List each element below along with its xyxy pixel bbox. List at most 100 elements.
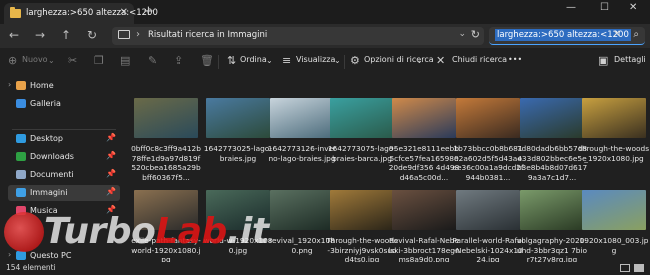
gallery-icon — [16, 99, 26, 108]
watermark-brand: TurboLab.it — [44, 211, 269, 252]
pin-icon[interactable]: 📌 — [106, 133, 116, 142]
chevron-right-icon[interactable]: › — [8, 80, 11, 89]
chevron-down-icon: ⌄ — [48, 56, 55, 65]
chevron-down-icon: ⌄ — [334, 56, 341, 65]
cut-icon[interactable]: ✂ — [68, 54, 77, 67]
pin-icon[interactable]: 📌 — [106, 151, 116, 160]
navigation-bar: ← → ↑ ↻ › Risultati ricerca in Immagini … — [0, 24, 650, 48]
sidebar-item-label: Documenti — [30, 170, 74, 179]
pin-icon[interactable]: 📌 — [106, 187, 116, 196]
refresh-button[interactable]: ↻ — [84, 28, 100, 42]
sidebar-item-pictures[interactable]: Immagini 📌 — [8, 185, 120, 201]
search-box[interactable]: larghezza:>650 altezza:<1200 ✕ ⌕ — [489, 27, 645, 45]
document-icon — [16, 170, 26, 179]
command-bar: ⊕ Nuovo ⌄ ✂ ❐ ▤ ✎ ⇪ 🗑 ⇅ Ordina ⌄ ≡ Visua… — [0, 50, 650, 74]
file-name: 1642773025-lago-braies.jpg — [203, 144, 273, 163]
pin-icon[interactable]: 📌 — [106, 169, 116, 178]
turbolab-logo-icon — [4, 212, 44, 252]
chevron-down-icon[interactable]: ⌄ — [458, 29, 466, 39]
sidebar-item-desktop[interactable]: Desktop 📌 — [8, 131, 120, 147]
details-view-icon[interactable] — [620, 264, 630, 272]
file-name: 1920x1080_003.jpg — [579, 236, 649, 255]
view-icon: ≡ — [282, 54, 292, 67]
home-icon — [16, 81, 26, 90]
sidebar-item-label: Downloads — [30, 152, 74, 161]
sort-button[interactable]: Ordina — [240, 55, 267, 64]
item-count: 154 elementi — [6, 263, 56, 272]
minimize-button[interactable]: — — [566, 2, 576, 13]
address-bar[interactable]: › Risultati ricerca in Immagini ⌄ ↻ — [112, 27, 484, 45]
image-thumbnail[interactable] — [456, 98, 520, 138]
pictures-icon — [16, 188, 26, 197]
chevron-right-icon[interactable]: › — [8, 250, 11, 259]
view-button[interactable]: Visualizza — [296, 55, 335, 64]
forward-button[interactable]: → — [32, 28, 48, 42]
paste-icon[interactable]: ▤ — [120, 54, 130, 67]
new-icon: ⊕ — [8, 54, 18, 67]
more-options-button[interactable]: ••• — [508, 55, 522, 64]
monitor-icon — [118, 30, 130, 39]
sidebar-item-label: Questo PC — [30, 251, 72, 260]
search-options-icon: ⚙ — [350, 54, 360, 67]
file-name: Parallel-world-Rafal-Nebelski-1024x1024.… — [452, 236, 524, 264]
folder-icon — [10, 7, 21, 18]
new-button[interactable]: Nuovo — [22, 55, 48, 64]
file-name: 0bff0c8c3ff9a412b78ffe1d9a97d819f520cbea… — [131, 144, 201, 182]
sidebar-item-label: Immagini — [30, 188, 68, 197]
new-tab-button[interactable]: + — [143, 4, 154, 19]
image-thumbnail[interactable] — [206, 98, 270, 138]
breadcrumb[interactable]: Risultati ricerca in Immagini — [148, 30, 267, 40]
copy-icon[interactable]: ❐ — [94, 54, 104, 67]
chevron-down-icon: ⌄ — [266, 56, 273, 65]
close-tab-icon[interactable]: ✕ — [120, 7, 128, 18]
image-thumbnail[interactable] — [520, 98, 584, 138]
share-icon[interactable]: ⇪ — [174, 54, 183, 67]
desktop-icon — [16, 134, 26, 143]
file-name: Revival-Rafal-Nebelski-3bbroct178egnms8a… — [388, 236, 460, 264]
close-search-icon: ✕ — [436, 54, 446, 67]
image-thumbnail[interactable] — [330, 98, 394, 138]
sidebar-item-documents[interactable]: Documenti 📌 — [8, 167, 120, 183]
clear-search-icon[interactable]: ✕ — [613, 29, 621, 40]
maximize-button[interactable]: ☐ — [600, 2, 609, 13]
delete-icon[interactable]: 🗑 — [200, 54, 214, 67]
sidebar-item-label: Desktop — [30, 134, 63, 143]
image-thumbnail[interactable] — [270, 190, 334, 230]
divider — [344, 55, 345, 69]
image-thumbnail[interactable] — [392, 190, 456, 230]
image-thumbnail[interactable] — [392, 98, 456, 138]
file-name: 95e321e8111eebb5cfce57fea16598e20de9df35… — [388, 144, 460, 182]
details-pane-icon: ▣ — [598, 54, 609, 67]
back-button[interactable]: ← — [6, 28, 22, 42]
search-input[interactable]: larghezza:>650 altezza:<1200 — [495, 29, 631, 41]
tab-search-results[interactable]: larghezza:>650 altezza:<1200 ✕ — [4, 3, 158, 24]
computer-icon — [16, 251, 26, 260]
rename-icon[interactable]: ✎ — [148, 54, 157, 67]
image-thumbnail[interactable] — [582, 190, 646, 230]
image-thumbnail[interactable] — [520, 190, 584, 230]
file-name: 1b73bbcc0b8b68102a602d5f5d43a4ee36c00a1a… — [452, 144, 524, 182]
up-button[interactable]: ↑ — [58, 28, 74, 42]
image-thumbnail[interactable] — [456, 190, 520, 230]
chevron-right-icon: › — [136, 29, 140, 40]
thumbnail-view-icon[interactable] — [634, 264, 644, 272]
sidebar-item-gallery[interactable]: Galleria — [8, 96, 120, 112]
title-bar: larghezza:>650 altezza:<1200 ✕ + — ☐ ✕ — [0, 0, 650, 24]
image-thumbnail[interactable] — [134, 98, 198, 138]
close-window-button[interactable]: ✕ — [629, 2, 637, 13]
tab-title: larghezza:>650 altezza:<1200 — [26, 8, 158, 18]
refresh-icon[interactable]: ↻ — [471, 28, 480, 41]
chevron-down-icon: ⌄ — [416, 56, 423, 65]
download-icon — [16, 152, 26, 161]
image-thumbnail[interactable] — [582, 98, 646, 138]
sidebar-item-home[interactable]: › Home — [8, 78, 120, 94]
sidebar-item-downloads[interactable]: Downloads 📌 — [8, 149, 120, 165]
details-button[interactable]: Dettagli — [614, 55, 646, 64]
image-thumbnail[interactable] — [330, 190, 394, 230]
close-search-button[interactable]: Chiudi ricerca — [452, 55, 507, 64]
search-icon[interactable]: ⌕ — [633, 29, 639, 40]
search-options-button[interactable]: Opzioni di ricerca — [364, 55, 434, 64]
sidebar-item-label: Home — [30, 81, 54, 90]
sidebar-item-label: Galleria — [30, 99, 61, 108]
image-thumbnail[interactable] — [270, 98, 334, 138]
